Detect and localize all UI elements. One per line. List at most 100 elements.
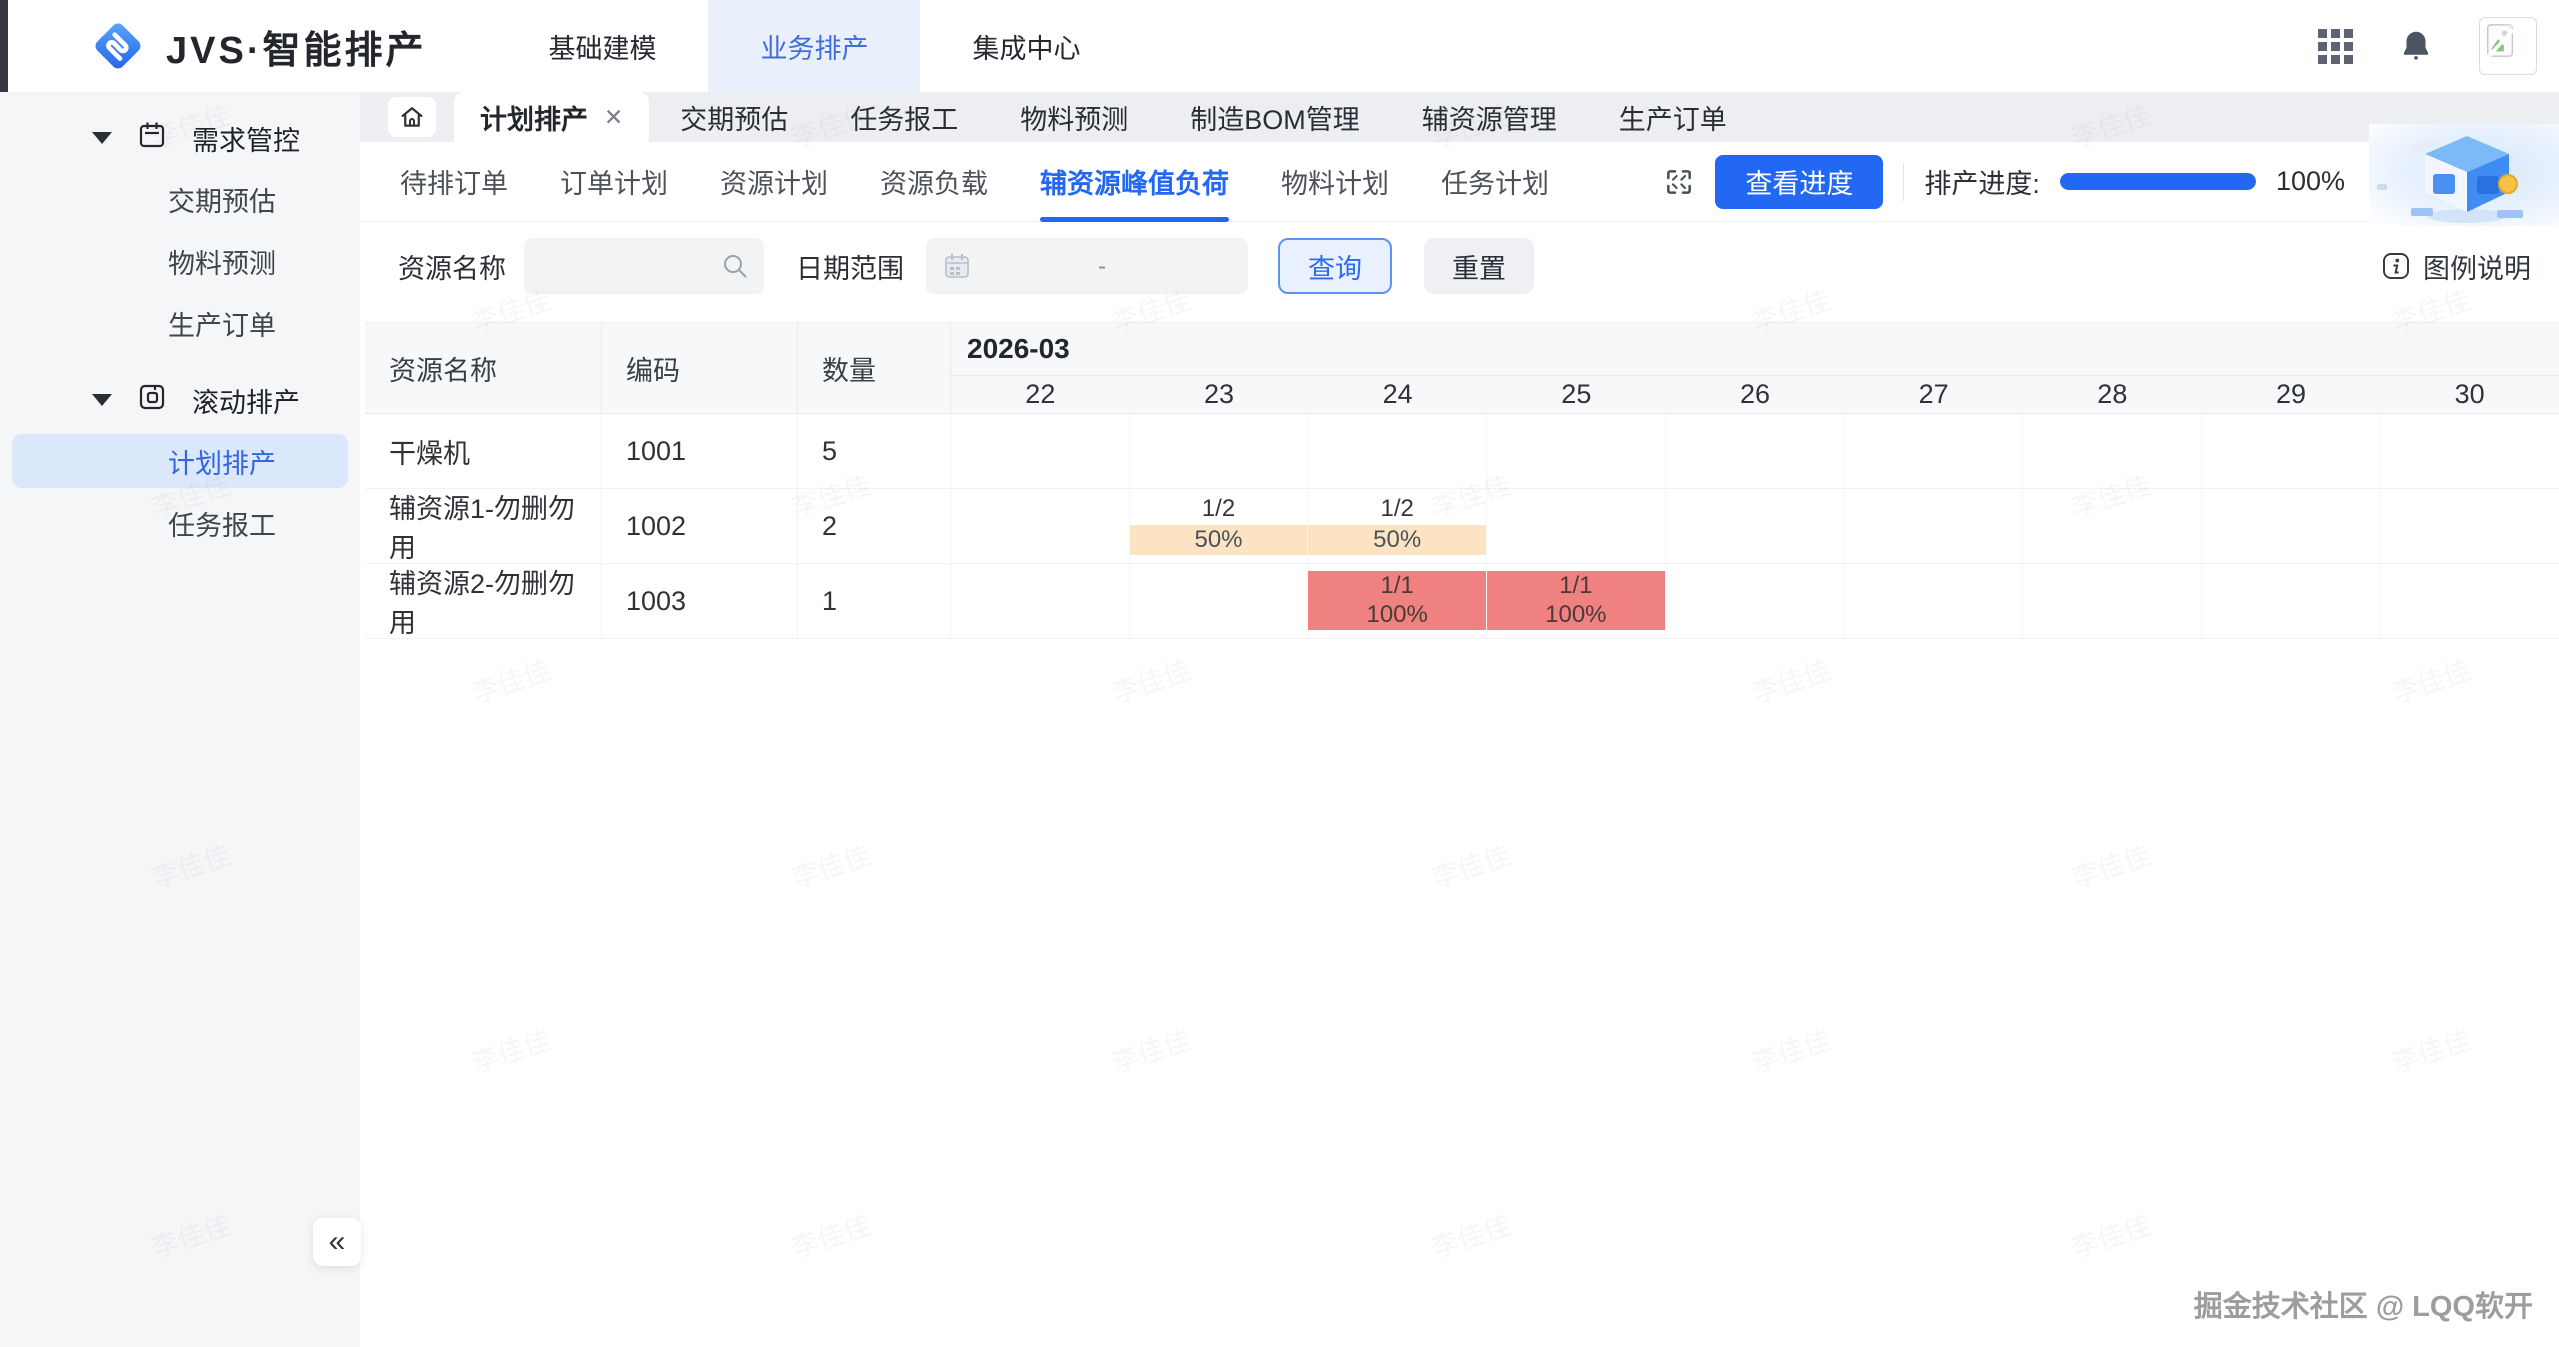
day-header: 26 <box>1666 376 1845 413</box>
toolbar: 查看进度 排产进度: 100% <box>1663 138 2559 226</box>
query-button[interactable]: 查询 <box>1278 238 1392 294</box>
cell-resource-name: 辅资源2-勿删勿用 <box>365 564 602 638</box>
day-cell[interactable] <box>951 564 1130 638</box>
day-cell[interactable] <box>951 489 1130 563</box>
resource-name-input[interactable] <box>524 238 764 294</box>
cell-qty: 1 <box>798 564 951 638</box>
sidebar-group-header[interactable]: 需求管控 <box>0 108 360 168</box>
progress-label: 排产进度: <box>1924 162 2040 201</box>
reset-button[interactable]: 重置 <box>1424 238 1534 294</box>
table-body: 干燥机10015辅资源1-勿删勿用100221/250%1/250%辅资源2-勿… <box>365 414 2559 639</box>
cell-resource-name: 辅资源1-勿删勿用 <box>365 489 602 563</box>
sidebar-item-active[interactable]: 计划排产 <box>12 434 348 488</box>
subtab-item[interactable]: 物料计划 <box>1281 142 1389 222</box>
home-tab-button[interactable] <box>388 97 436 137</box>
col-header-resource: 资源名称 <box>365 323 602 413</box>
top-nav-item[interactable]: 集成中心 <box>920 0 1132 92</box>
search-icon[interactable] <box>720 251 750 281</box>
user-avatar-broken-image[interactable] <box>2479 17 2537 75</box>
day-headers: 222324252627282930 <box>951 376 2559 413</box>
calendar-icon <box>136 119 168 158</box>
progress-value: 100% <box>2276 166 2345 197</box>
tab-active[interactable]: 计划排产 ✕ <box>454 92 649 142</box>
day-cell[interactable] <box>2023 489 2202 563</box>
bell-icon[interactable] <box>2397 27 2435 65</box>
tab-item[interactable]: 交期预估 <box>649 92 819 142</box>
top-nav-item[interactable]: 业务排产 <box>708 0 920 92</box>
tab-close-icon[interactable]: ✕ <box>604 104 623 131</box>
load-ratio: 1/2 <box>1130 495 1308 523</box>
progress-fill <box>2060 173 2256 190</box>
home-icon <box>398 103 426 131</box>
cell-code: 1001 <box>602 414 798 488</box>
day-cell[interactable] <box>2023 414 2202 488</box>
load-percent: 100% <box>1545 601 1606 629</box>
tab-item[interactable]: 任务报工 <box>819 92 989 142</box>
calendar-icon <box>942 251 972 281</box>
jvs-logo-icon <box>88 16 148 76</box>
chevron-down-icon <box>92 132 112 144</box>
day-cell[interactable] <box>1130 564 1309 638</box>
cell-code: 1003 <box>602 564 798 638</box>
day-header: 25 <box>1487 376 1666 413</box>
day-cell[interactable] <box>1844 489 2023 563</box>
sidebar-item-link[interactable]: 任务报工 <box>0 492 360 554</box>
apps-grid-icon[interactable] <box>2318 29 2353 64</box>
subtab-item[interactable]: 资源计划 <box>720 142 828 222</box>
day-cell[interactable]: 1/250% <box>1308 489 1487 563</box>
top-nav: 基础建模业务排产集成中心 <box>496 0 1132 92</box>
sidebar-item-link[interactable]: 交期预估 <box>0 168 360 230</box>
window-edge <box>0 0 8 92</box>
day-cell[interactable] <box>2023 564 2202 638</box>
day-cell[interactable] <box>1666 414 1845 488</box>
day-header: 30 <box>2380 376 2559 413</box>
date-range-input[interactable]: - <box>926 238 1248 294</box>
subtab-item[interactable]: 订单计划 <box>560 142 668 222</box>
day-cell[interactable] <box>2380 564 2559 638</box>
sidebar: 需求管控交期预估物料预测生产订单滚动排产计划排产任务报工 <box>0 92 360 1347</box>
sidebar-item-link[interactable]: 物料预测 <box>0 230 360 292</box>
sidebar-group: 需求管控交期预估物料预测生产订单 <box>0 108 360 354</box>
day-cell[interactable] <box>1308 414 1487 488</box>
day-cell[interactable] <box>1487 489 1666 563</box>
day-cell[interactable] <box>1666 564 1845 638</box>
day-cell[interactable]: 1/250% <box>1130 489 1309 563</box>
subtab-row: 待排订单订单计划资源计划资源负载辅资源峰值负荷物料计划任务计划 查看进度 排产进… <box>360 142 2559 222</box>
sidebar-item-link[interactable]: 生产订单 <box>0 292 360 354</box>
load-percent: 100% <box>1366 601 1427 629</box>
day-cell[interactable] <box>1487 414 1666 488</box>
day-cell[interactable] <box>2380 489 2559 563</box>
subtab-item[interactable]: 资源负载 <box>880 142 988 222</box>
subtab-item[interactable]: 任务计划 <box>1441 142 1549 222</box>
sidebar-collapse-button[interactable]: « <box>313 1218 361 1266</box>
day-cell[interactable]: 1/1100% <box>1487 564 1666 638</box>
day-cell[interactable] <box>951 414 1130 488</box>
day-cell[interactable] <box>1666 489 1845 563</box>
view-progress-button[interactable]: 查看进度 <box>1715 155 1883 209</box>
day-cell[interactable] <box>2380 414 2559 488</box>
day-cell[interactable] <box>1844 564 2023 638</box>
subtab-item[interactable]: 待排订单 <box>400 142 508 222</box>
tab-item[interactable]: 制造BOM管理 <box>1159 92 1391 142</box>
day-cell[interactable] <box>2202 414 2381 488</box>
subtab-active[interactable]: 辅资源峰值负荷 <box>1040 142 1229 222</box>
tab-item[interactable]: 辅资源管理 <box>1391 92 1588 142</box>
cell-qty: 5 <box>798 414 951 488</box>
sidebar-group-label: 需求管控 <box>192 119 300 158</box>
legend-toggle[interactable]: 图例说明 <box>2381 222 2531 310</box>
load-band-warning: 50% <box>1308 525 1486 555</box>
sidebar-group-header[interactable]: 滚动排产 <box>0 370 360 430</box>
day-cell[interactable] <box>1130 414 1309 488</box>
day-header: 28 <box>2023 376 2202 413</box>
tab-item[interactable]: 物料预测 <box>989 92 1159 142</box>
day-cell[interactable] <box>1844 414 2023 488</box>
row-calendar: 1/1100%1/1100% <box>951 564 2559 638</box>
day-cell[interactable] <box>2202 489 2381 563</box>
month-label: 2026-03 <box>951 323 2559 376</box>
day-cell[interactable] <box>2202 564 2381 638</box>
sidebar-group-label: 滚动排产 <box>192 381 300 420</box>
day-cell[interactable]: 1/1100% <box>1308 564 1487 638</box>
top-nav-item[interactable]: 基础建模 <box>496 0 708 92</box>
tab-item[interactable]: 生产订单 <box>1588 92 1758 142</box>
fullscreen-icon[interactable] <box>1663 166 1695 198</box>
